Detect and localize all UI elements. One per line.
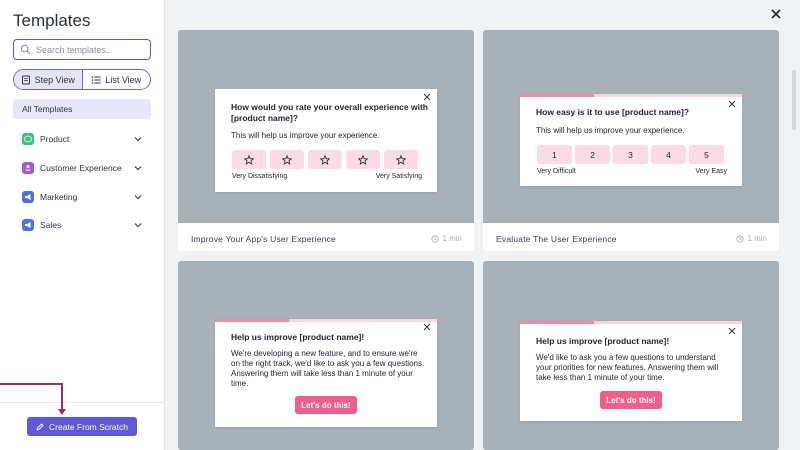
survey-preview-modal: How would you rate your overall experien… (215, 89, 437, 192)
steps-icon (21, 75, 30, 84)
step-view-label: Step View (34, 74, 75, 85)
category-marketing[interactable]: Marketing (22, 189, 142, 205)
scale-high-label: Very Easy (695, 168, 727, 175)
star-icon (320, 154, 330, 165)
progress-fill (215, 319, 289, 322)
template-duration: 1 min (736, 234, 767, 243)
survey-question: How easy is it to use [product name]? (536, 107, 690, 117)
scale-low-label: Very Dissatisfying (232, 173, 288, 180)
survey-preview-modal: How easy is it to use [product name]? Th… (520, 94, 742, 186)
list-icon (92, 75, 101, 84)
rating-star (384, 150, 418, 169)
clock-icon (431, 234, 440, 243)
create-button-label: Create From Scratch (49, 421, 128, 432)
close-icon[interactable] (770, 8, 782, 20)
scale-high-label: Very Satisfying (375, 173, 422, 180)
lets-do-this-button: Let's do this! (600, 391, 662, 409)
rating-option: 2 (575, 145, 610, 164)
star-icon (282, 154, 292, 165)
create-from-scratch-button[interactable]: Create From Scratch (27, 417, 137, 436)
close-icon (423, 323, 431, 331)
close-icon (423, 93, 431, 101)
template-card[interactable]: Help us improve [product name]! We're de… (178, 261, 474, 450)
template-duration-text: 1 min (442, 234, 462, 243)
star-icon (396, 154, 406, 165)
chevron-down-icon[interactable] (134, 135, 142, 143)
intro-title: Help us improve [product name]! (536, 336, 670, 346)
list-view-button[interactable]: List View (83, 70, 151, 89)
rating-option: 3 (613, 145, 648, 164)
chevron-down-icon[interactable] (134, 164, 142, 172)
users-icon (22, 162, 34, 174)
survey-preview-modal: Help us improve [product name]! We'd lik… (520, 321, 742, 421)
rating-star (308, 150, 342, 169)
survey-subtitle: This will help us improve your experienc… (231, 131, 380, 140)
search-icon (20, 44, 31, 55)
annotation-arrow-line (0, 383, 62, 385)
scrollbar[interactable] (792, 70, 796, 130)
template-duration: 1 min (431, 234, 462, 243)
template-duration-text: 1 min (747, 234, 767, 243)
survey-preview-modal: Help us improve [product name]! We're de… (215, 319, 437, 427)
star-icon (244, 154, 254, 165)
category-label: Customer Experience (40, 163, 122, 173)
template-gallery: Templates Step View List View All Templa… (0, 0, 800, 450)
star-icon (358, 154, 368, 165)
step-view-button[interactable]: Step View (14, 70, 83, 89)
category-label: Product (40, 134, 70, 144)
annotation-arrow-line (61, 383, 63, 411)
close-icon (728, 100, 736, 108)
survey-question: How would you rate your overall experien… (231, 102, 428, 123)
progress-fill (520, 321, 594, 324)
template-card[interactable]: Help us improve [product name]! We'd lik… (483, 261, 779, 450)
megaphone-icon (22, 219, 34, 231)
all-templates-item[interactable]: All Templates (13, 99, 151, 119)
view-toggle: Step View List View (13, 69, 151, 90)
intro-body: We'd like to ask you a few questions to … (536, 353, 719, 382)
pencil-icon (36, 422, 44, 431)
search-input[interactable] (36, 44, 136, 55)
template-title: Improve Your App's User Experience (191, 234, 336, 244)
close-icon (728, 327, 736, 335)
sidebar-title: Templates (13, 11, 91, 30)
chevron-down-icon[interactable] (134, 193, 142, 201)
rating-star (270, 150, 304, 169)
template-card[interactable]: How easy is it to use [product name]? Th… (483, 30, 779, 251)
rating-option: 4 (651, 145, 686, 164)
template-card[interactable]: How would you rate your overall experien… (178, 30, 474, 251)
intro-title: Help us improve [product name]! (231, 332, 365, 342)
chevron-down-icon[interactable] (134, 221, 142, 229)
clock-icon (736, 234, 745, 243)
cube-icon (22, 133, 34, 145)
template-title: Evaluate The User Experience (496, 234, 617, 244)
category-product[interactable]: Product (22, 131, 142, 147)
intro-body: We're developing a new feature, and to e… (231, 349, 425, 388)
rating-star (346, 150, 380, 169)
lets-do-this-button: Let's do this! (295, 396, 357, 414)
list-view-label: List View (105, 74, 142, 85)
rating-option: 1 (537, 145, 572, 164)
rating-option: 5 (689, 145, 724, 164)
category-label: Marketing (40, 192, 78, 202)
annotation-arrow-head (58, 409, 66, 415)
progress-fill (520, 94, 594, 97)
category-sales[interactable]: Sales (22, 217, 142, 233)
megaphone-icon (22, 191, 34, 203)
survey-subtitle: This will help us improve your experienc… (536, 126, 685, 135)
rating-star (232, 150, 266, 169)
category-customer-experience[interactable]: Customer Experience (22, 160, 142, 176)
category-label: Sales (40, 220, 62, 230)
search-box[interactable] (13, 39, 151, 60)
scale-low-label: Very Difficult (537, 168, 576, 175)
